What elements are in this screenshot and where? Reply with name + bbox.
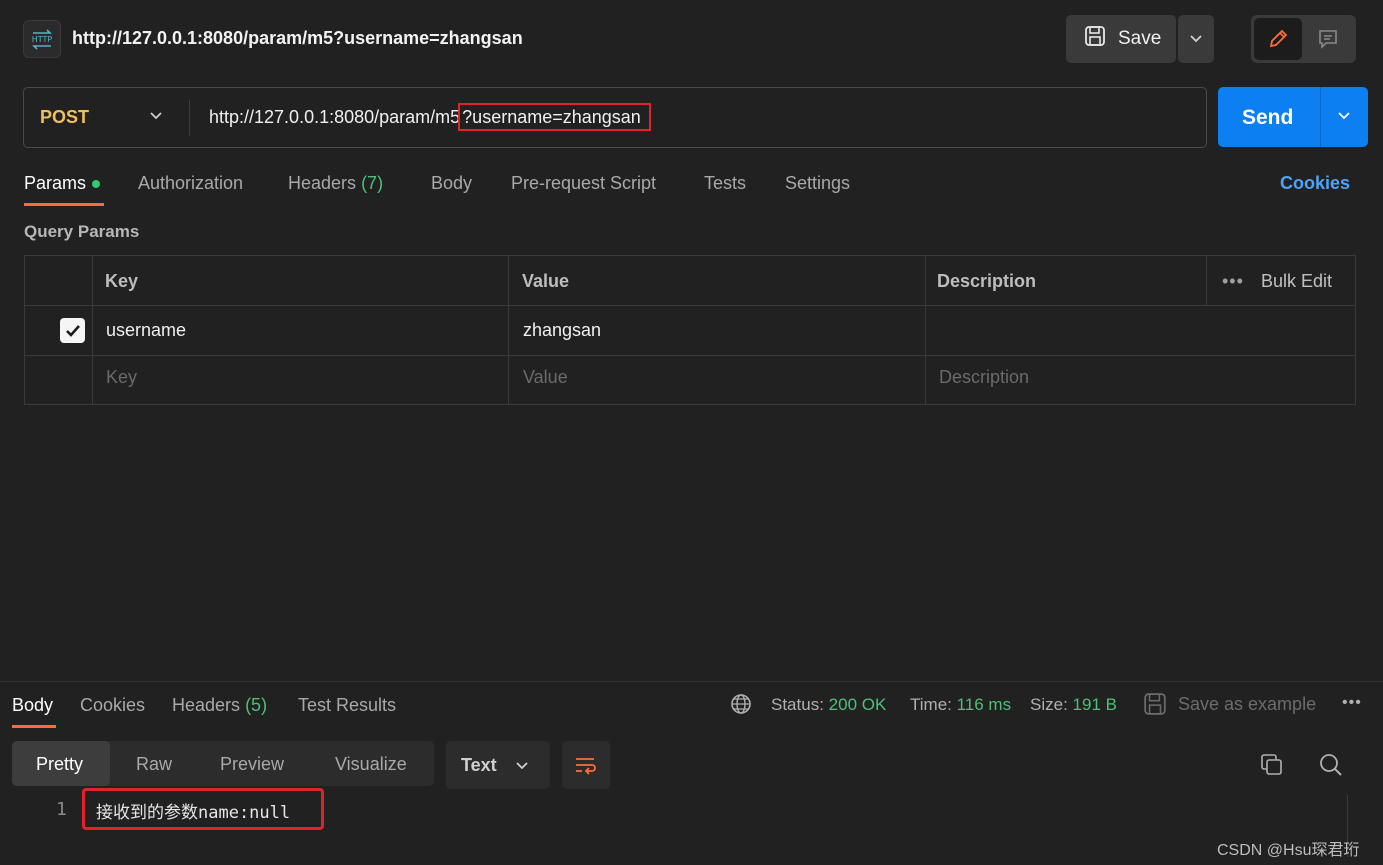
tab-authorization[interactable]: Authorization — [138, 173, 243, 194]
globe-icon[interactable] — [730, 693, 752, 720]
response-size: Size: 191 B — [1030, 695, 1117, 715]
tab-settings[interactable]: Settings — [785, 173, 850, 194]
column-header-value: Value — [522, 271, 570, 291]
response-body-line: 接收到的参数name:null — [96, 803, 291, 823]
send-options-button[interactable] — [1336, 108, 1352, 129]
response-headers-count: (5) — [245, 695, 268, 715]
view-preview[interactable]: Preview — [220, 754, 284, 775]
cookies-link[interactable]: Cookies — [1280, 173, 1350, 194]
checkmark-icon — [65, 324, 80, 337]
wrap-lines-button[interactable] — [562, 741, 610, 789]
query-params-title: Query Params — [24, 222, 140, 241]
new-param-value-input[interactable]: Value — [523, 367, 568, 388]
table-column-divider — [1206, 255, 1207, 305]
comment-icon — [1319, 30, 1337, 49]
response-divider[interactable] — [0, 681, 1383, 682]
save-label: Save — [1118, 28, 1162, 49]
bulk-edit-button[interactable]: Bulk Edit — [1261, 271, 1332, 292]
tab-params[interactable]: Params — [24, 173, 101, 194]
copy-icon[interactable] — [1259, 752, 1285, 783]
chevron-down-icon[interactable] — [148, 108, 164, 129]
url-base: http://127.0.0.1:8080/param/m5 — [209, 107, 461, 127]
svg-text:HTTP: HTTP — [32, 35, 53, 44]
watermark: CSDN @Hsu琛君珩 — [1217, 842, 1360, 859]
response-headers-label: Headers — [172, 695, 241, 715]
tab-active-indicator — [24, 203, 104, 206]
tab-headers-label: Headers — [288, 173, 357, 193]
request-title[interactable]: http://127.0.0.1:8080/param/m5?username=… — [72, 28, 523, 49]
response-tab-headers[interactable]: Headers (5) — [172, 695, 267, 716]
chevron-down-icon — [1338, 112, 1350, 120]
view-raw[interactable]: Raw — [136, 754, 172, 775]
save-options-button[interactable] — [1178, 15, 1214, 63]
url-query-highlight: ?username=zhangsan — [458, 103, 651, 131]
response-more-options-icon[interactable]: ••• — [1342, 694, 1362, 712]
tab-body[interactable]: Body — [431, 173, 472, 194]
comments-button[interactable] — [1304, 18, 1352, 60]
param-value-cell[interactable]: zhangsan — [523, 320, 601, 341]
send-divider — [1320, 87, 1321, 147]
save-as-example-button[interactable]: Save as example — [1178, 694, 1316, 715]
params-active-dot — [92, 180, 101, 189]
table-column-divider — [92, 255, 93, 405]
send-label[interactable]: Send — [1242, 106, 1293, 130]
tab-tests[interactable]: Tests — [704, 173, 746, 194]
http-method-select[interactable]: POST — [40, 107, 89, 128]
table-header-divider — [24, 305, 1356, 306]
view-pretty[interactable]: Pretty — [36, 754, 83, 775]
response-time: Time: 116 ms — [910, 695, 1011, 715]
response-tab-body[interactable]: Body — [12, 695, 53, 716]
new-param-key-input[interactable]: Key — [106, 367, 137, 388]
save-example-icon — [1143, 692, 1167, 721]
http-request-icon: HTTP — [23, 20, 61, 58]
response-status: Status: 200 OK — [771, 695, 886, 715]
tab-pre-request-script[interactable]: Pre-request Script — [511, 173, 656, 194]
size-value: 191 B — [1072, 695, 1117, 714]
save-button[interactable]: Save — [1066, 15, 1176, 63]
table-column-divider — [508, 255, 509, 405]
params-table — [24, 255, 1356, 405]
status-value: 200 OK — [828, 695, 887, 714]
search-icon[interactable] — [1318, 752, 1344, 783]
wrap-lines-icon — [576, 758, 596, 775]
response-format-label: Text — [461, 755, 497, 775]
tab-params-label: Params — [24, 173, 87, 193]
new-param-description-input[interactable]: Description — [939, 367, 1029, 388]
edit-mode-button[interactable] — [1254, 18, 1302, 60]
chevron-down-icon[interactable] — [514, 758, 530, 779]
save-icon — [1084, 25, 1106, 53]
more-options-icon[interactable]: ••• — [1222, 271, 1244, 292]
param-enabled-checkbox[interactable] — [60, 318, 85, 343]
status-label: Status: — [771, 695, 824, 714]
column-header-description: Description — [937, 271, 1037, 291]
table-row-divider — [24, 355, 1356, 356]
line-number: 1 — [56, 799, 67, 820]
column-header-key: Key — [105, 271, 139, 291]
pencil-icon — [1269, 29, 1288, 48]
time-label: Time: — [910, 695, 952, 714]
view-visualize[interactable]: Visualize — [335, 754, 407, 775]
size-label: Size: — [1030, 695, 1068, 714]
time-value: 116 ms — [956, 695, 1012, 714]
url-input[interactable]: http://127.0.0.1:8080/param/m5 ?username=… — [209, 103, 651, 131]
tab-headers[interactable]: Headers (7) — [288, 173, 383, 194]
url-separator — [189, 100, 190, 136]
response-tab-cookies[interactable]: Cookies — [80, 695, 145, 716]
param-key-cell[interactable]: username — [106, 320, 186, 341]
response-tab-indicator — [12, 725, 56, 728]
table-column-divider — [925, 255, 926, 405]
response-tab-test-results[interactable]: Test Results — [298, 695, 396, 716]
headers-count: (7) — [361, 173, 384, 193]
chevron-down-icon — [1190, 35, 1202, 43]
